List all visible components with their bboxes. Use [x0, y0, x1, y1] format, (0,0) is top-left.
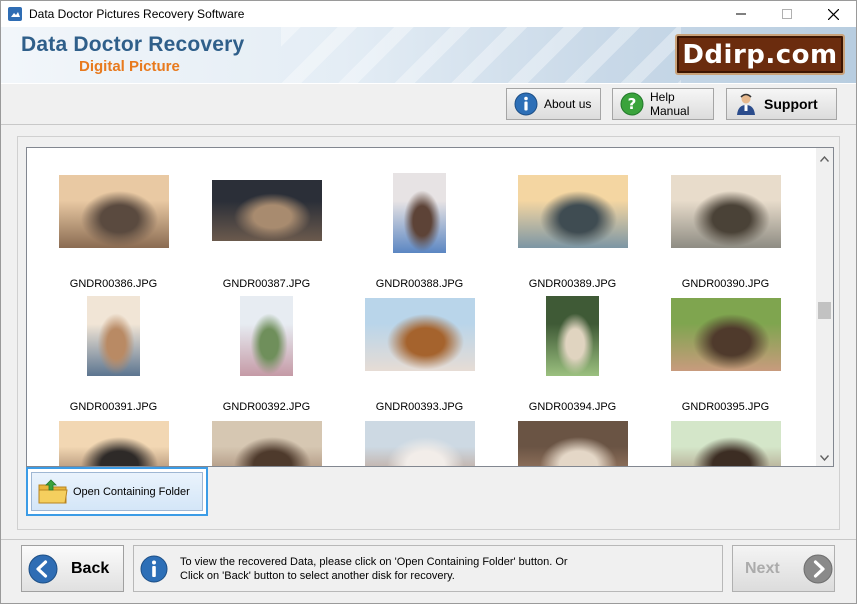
thumbnail-item[interactable]: GNDR00390.JPG	[659, 170, 812, 290]
window-title: Data Doctor Pictures Recovery Software	[29, 7, 245, 21]
minimize-button[interactable]	[718, 1, 764, 27]
thumbnail-item[interactable]: GNDR00389.JPG	[506, 170, 659, 290]
help-manual-button[interactable]: ? Help Manual	[612, 88, 714, 120]
thumbnail-item[interactable]: GNDR00393.JPG	[353, 293, 506, 413]
thumbnail-filename: GNDR00387.JPG	[222, 278, 311, 290]
maximize-icon	[782, 9, 792, 19]
thumbnail-item[interactable]	[506, 416, 659, 466]
scroll-thumb[interactable]	[818, 302, 831, 319]
thumbnail-filename: GNDR00393.JPG	[375, 401, 464, 413]
thumbnail-image	[670, 298, 781, 371]
maximize-button[interactable]	[764, 1, 810, 27]
thumbnail-filename: GNDR00395.JPG	[681, 401, 770, 413]
thumbnail-filename: GNDR00386.JPG	[69, 278, 158, 290]
about-us-label: About us	[544, 97, 592, 111]
arrow-left-circle-icon	[28, 554, 58, 583]
folder-open-icon	[38, 478, 68, 503]
thumbnail-item[interactable]: GNDR00395.JPG	[659, 293, 812, 413]
info-line-1: To view the recovered Data, please click…	[180, 555, 568, 568]
info-icon	[514, 92, 538, 116]
thumbnail-item[interactable]	[659, 416, 812, 466]
thumbnail-filename: GNDR00388.JPG	[375, 278, 464, 290]
help-manual-label: Help Manual	[650, 90, 690, 118]
next-button[interactable]: Next	[732, 545, 835, 592]
thumbnail-item[interactable]	[47, 416, 200, 466]
close-icon	[827, 8, 839, 20]
divider	[1, 539, 856, 540]
image-gallery[interactable]: GNDR00386.JPG GNDR00387.JPG GNDR00388.JPG G…	[26, 147, 834, 467]
close-button[interactable]	[810, 1, 856, 27]
thumbnail-filename: GNDR00392.JPG	[222, 401, 311, 413]
thumbnail-filename: GNDR00390.JPG	[681, 278, 770, 290]
arrow-right-circle-icon	[803, 554, 833, 583]
thumbnail-filename: GNDR00394.JPG	[528, 401, 617, 413]
brand-title: Data Doctor Recovery	[21, 33, 245, 56]
open-folder-button-face: Open Containing Folder	[31, 472, 203, 511]
info-text: To view the recovered Data, please click…	[180, 555, 568, 583]
app-window: Data Doctor Pictures Recovery Software D…	[0, 0, 857, 604]
scroll-up-button[interactable]	[816, 150, 833, 167]
back-label: Back	[71, 559, 110, 577]
open-containing-folder-button[interactable]: Open Containing Folder	[26, 467, 208, 516]
thumbnail-image	[517, 175, 628, 248]
thumbnail-image	[364, 298, 475, 371]
minimize-icon	[736, 13, 746, 15]
vertical-scrollbar[interactable]	[816, 148, 833, 466]
thumbnail-image	[211, 180, 322, 241]
chevron-down-icon	[820, 454, 829, 461]
chevron-up-icon	[820, 155, 829, 162]
divider	[1, 83, 856, 84]
thumbnail-image	[58, 175, 169, 248]
banner-decoration	[281, 27, 681, 83]
thumbnail-item[interactable]: GNDR00394.JPG	[506, 293, 659, 413]
thumbnail-image	[58, 421, 169, 466]
next-label: Next	[745, 559, 780, 577]
window-controls	[718, 1, 856, 27]
thumbnail-image	[670, 175, 781, 248]
scroll-down-button[interactable]	[816, 449, 833, 466]
thumbnail-item[interactable]: GNDR00392.JPG	[200, 293, 353, 413]
thumbnail-filename: GNDR00391.JPG	[69, 401, 158, 413]
support-person-icon	[737, 93, 755, 115]
app-icon	[8, 7, 22, 21]
thumbnail-item[interactable]: GNDR00388.JPG	[353, 170, 506, 290]
open-folder-label: Open Containing Folder	[73, 485, 190, 498]
thumbnail-item[interactable]: GNDR00387.JPG	[200, 170, 353, 290]
thumbnail-item[interactable]: GNDR00386.JPG	[47, 170, 200, 290]
about-us-button[interactable]: About us	[506, 88, 601, 120]
thumbnail-item[interactable]	[200, 416, 353, 466]
support-label: Support	[764, 96, 818, 112]
thumbnail-image	[240, 296, 293, 376]
question-icon: ?	[620, 92, 644, 116]
thumbnail-image	[670, 421, 781, 466]
support-button[interactable]: Support	[726, 88, 837, 120]
header-banner: Data Doctor Recovery Digital Picture Ddi…	[1, 27, 856, 83]
thumbnail-image	[546, 296, 599, 376]
title-bar: Data Doctor Pictures Recovery Software	[1, 1, 856, 27]
info-icon	[140, 555, 168, 582]
thumbnail-item[interactable]	[353, 416, 506, 466]
svg-text:?: ?	[628, 95, 637, 113]
brand-subtitle: Digital Picture	[79, 58, 180, 75]
thumbnail-image	[87, 296, 140, 376]
thumbnail-image	[393, 173, 446, 253]
thumbnail-filename: GNDR00389.JPG	[528, 278, 617, 290]
thumbnail-image	[517, 421, 628, 466]
info-message: To view the recovered Data, please click…	[133, 545, 723, 592]
thumbnail-item[interactable]: GNDR00391.JPG	[47, 293, 200, 413]
back-button[interactable]: Back	[21, 545, 124, 592]
thumbnail-image	[211, 421, 322, 466]
divider	[1, 124, 856, 125]
thumbnail-image	[364, 421, 475, 466]
logo-text: Ddirp.com	[682, 39, 838, 70]
info-line-2: Click on 'Back' button to select another…	[180, 569, 455, 582]
logo: Ddirp.com	[675, 34, 845, 75]
